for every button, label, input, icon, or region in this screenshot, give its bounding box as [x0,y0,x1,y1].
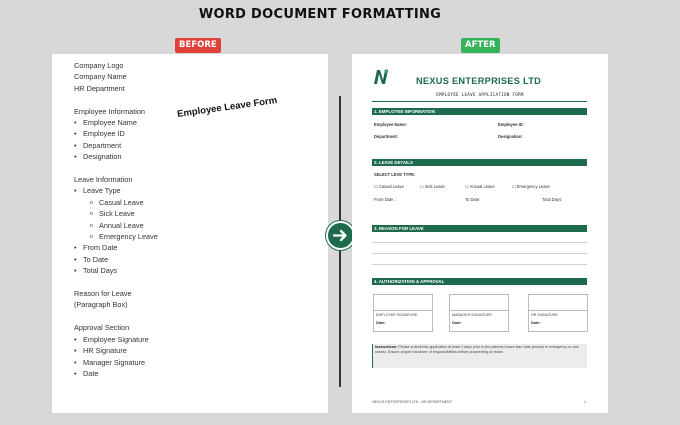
outline-item: HR Signature [74,345,328,357]
outline-heading: Leave Information [74,175,133,185]
page-title: WORD DOCUMENT FORMATTING [198,7,442,22]
arrow-right-icon [326,221,355,250]
instructions-label: Instructions: [375,345,398,349]
to-date-label: To Date: [465,197,481,202]
employee-signature-box[interactable]: EMPLOYEE SIGNATURE Date: [373,294,433,332]
reason-line[interactable] [372,264,587,265]
outline-item: To Date [74,254,328,266]
after-badge: AFTER [461,38,500,53]
outline-item: Sick Leave [74,208,328,221]
option-emergency-leave[interactable]: ☐ Emergency Leave [512,184,550,189]
outline-gap [74,94,328,105]
manager-signature-box[interactable]: MANAGER SIGNATURE Date: [449,294,509,332]
employee-name-label: Employee Name: [374,122,407,127]
outline-item: Emergency Leave [74,231,328,244]
outline-item: Department [74,140,328,152]
company-name: NEXUS ENTERPRISES LTD [416,76,542,86]
header-rule [372,101,587,102]
outline-item: Casual Leave [74,197,328,210]
select-leave-type-label: SELECT LEVE TYPE: [374,172,416,177]
outline-heading: Reason for Leave [74,289,132,299]
reason-line[interactable] [372,242,587,243]
signature-date-label: Date: [376,320,386,325]
hr-signature-box[interactable]: HR SIGNATURE Date: [528,294,588,332]
before-badge: BEFORE [175,38,221,53]
signature-label: EMPLOYEE SIGNATURE [376,313,418,317]
instructions-text: Please submit this application at least … [375,345,579,355]
section-leave-details: 2. LEAVE DETAILS [372,159,587,166]
outline-item: Employee ID [74,128,328,140]
outline-gap [74,163,328,174]
outline-item: Leave Type [74,185,328,197]
page-number: 1 [584,400,586,404]
outline-heading: (Paragraph Box) [74,300,128,310]
signature-label: MANAGER SIGNATURE [452,313,492,317]
option-casual-leave[interactable]: ☐ Casual Leave [374,184,404,189]
form-title: EMPLOYEE LEAVE APPLICATION FORM [436,92,524,97]
designation-label: Designation: [498,134,523,139]
section-reason: 3. REASON FOR LEAVE [372,225,587,232]
outline-heading: Company Logo [74,61,124,70]
option-label: Emergency Leave [516,184,550,189]
option-annual-leave[interactable]: ☐ Annual Leave [465,184,495,189]
outline-item: From Date [74,242,328,254]
outline-item: Total Days [74,265,328,277]
outline-item: Employee Name [74,117,328,129]
section-authorization: 4. AUTHORIZATION & APPROVAL [372,278,587,285]
option-label: Annual Leave [469,184,495,189]
option-label: Sick Leave [424,184,445,189]
outline-item: Date [74,368,328,380]
reason-line[interactable] [372,253,587,254]
department-label: Department: [374,134,399,139]
from-date-label: From Date : [374,197,396,202]
employee-id-label: Employee ID: [498,122,524,127]
option-sick-leave[interactable]: ☐ Sick Leave [420,184,445,189]
outline-item: Manager Signature [74,357,328,369]
outline-heading: HR Department [74,83,125,93]
outline-gap [74,277,328,288]
instructions-box: Instructions: Please submit this applica… [372,344,587,368]
signature-label: HR SIGNATURE [531,313,558,317]
outline-item: Designation [74,151,328,163]
outline-heading: Approval Section [74,323,130,333]
after-document: NEXUS ENTERPRISES LTD EMPLOYEE LEAVE APP… [352,54,608,413]
signature-date-label: Date: [531,320,541,325]
option-label: Casual Leave [378,184,404,189]
total-days-label: Total Days: [542,197,563,202]
outline-item: Annual Leave [74,220,328,233]
footer-text: NEXUS ENTERPRISES LTD - HR DEPARTMENT [372,400,453,404]
outline-item: Employee Signature [74,334,328,346]
section-employee-info: 1. EMPLOYEE INFORMATION [372,108,587,115]
outline-gap [74,311,328,322]
signature-date-label: Date: [452,320,462,325]
outline-heading: Company Name [74,72,127,82]
company-logo-icon [372,68,390,86]
